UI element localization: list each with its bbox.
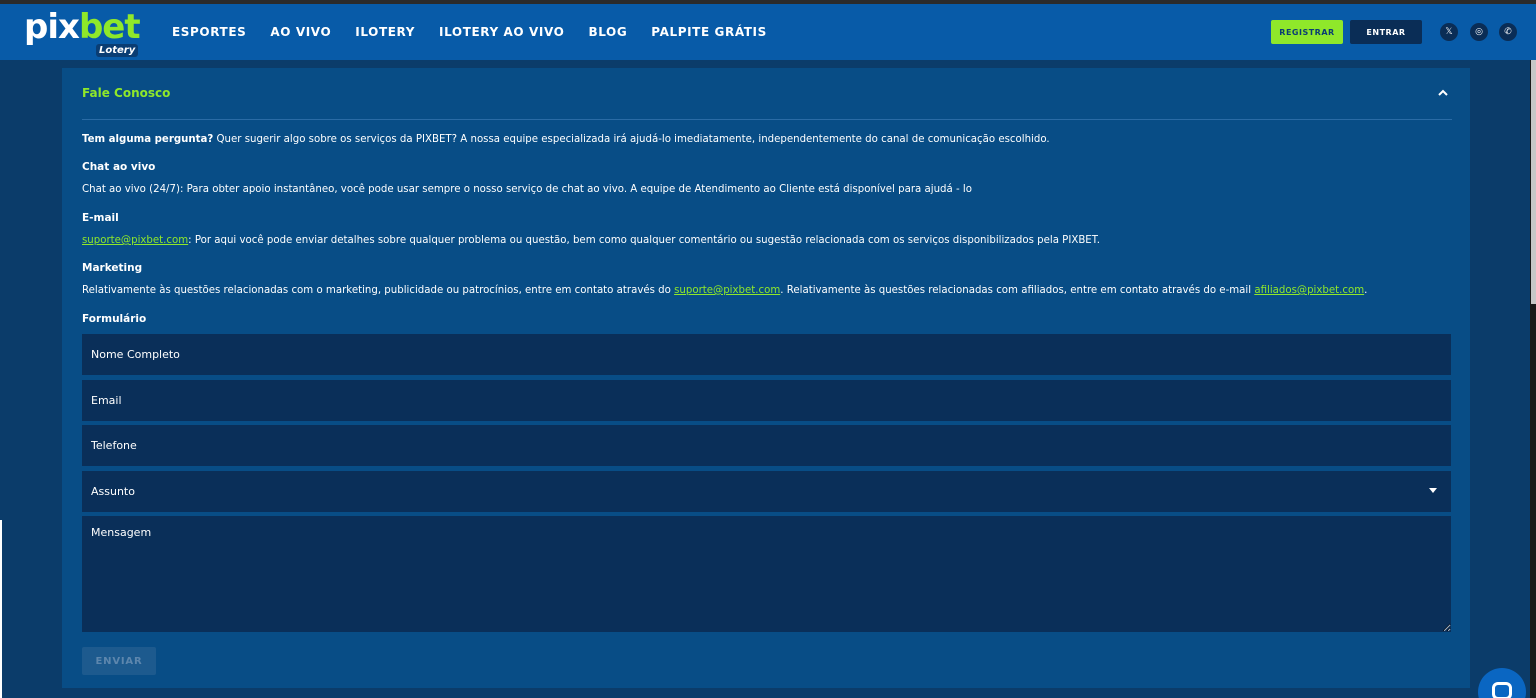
nav-blog[interactable]: BLOG bbox=[588, 25, 627, 39]
nav-palpite-gratis[interactable]: PALPITE GRÁTIS bbox=[651, 25, 767, 39]
email-paragraph: suporte@pixbet.com: Por aqui você pode e… bbox=[82, 234, 1100, 248]
name-input[interactable] bbox=[82, 334, 1451, 375]
main-nav: ESPORTES AO VIVO ILOTERY ILOTERY AO VIVO… bbox=[172, 4, 791, 60]
left-edge-gap bbox=[0, 520, 2, 698]
instagram-icon[interactable]: ◎ bbox=[1470, 23, 1488, 41]
marketing-heading: Marketing bbox=[82, 262, 143, 274]
logo-wordmark-bet: bet bbox=[78, 7, 141, 47]
marketing-support-link[interactable]: suporte@pixbet.com bbox=[674, 285, 780, 296]
marketing-text-c: . bbox=[1364, 285, 1368, 296]
marketing-paragraph: Relativamente às questões relacionadas c… bbox=[82, 284, 1367, 298]
email-text: : Por aqui você pode enviar detalhes sob… bbox=[188, 235, 1100, 246]
submit-button[interactable]: ENVIAR bbox=[82, 647, 156, 675]
affiliates-link[interactable]: afiliados@pixbet.com bbox=[1254, 285, 1364, 296]
chevron-up-icon[interactable] bbox=[1436, 86, 1450, 100]
x-icon[interactable]: 𝕏 bbox=[1440, 23, 1458, 41]
marketing-text-b: . Relativamente às questões relacionadas… bbox=[780, 285, 1255, 296]
live-chat-button[interactable] bbox=[1478, 668, 1526, 698]
marketing-text-a: Relativamente às questões relacionadas c… bbox=[82, 285, 675, 296]
login-button[interactable]: ENTRAR bbox=[1350, 20, 1422, 44]
caret-down-icon bbox=[1429, 488, 1437, 493]
register-button[interactable]: REGISTRAR bbox=[1271, 20, 1343, 44]
nav-esportes[interactable]: ESPORTES bbox=[172, 25, 246, 39]
logo-wordmark-pix: pix bbox=[24, 7, 80, 47]
contact-card: Fale Conosco Tem alguma pergunta? Quer s… bbox=[62, 68, 1470, 688]
chat-bubble-icon bbox=[1492, 682, 1512, 698]
chat-text: Chat ao vivo (24/7): Para obter apoio in… bbox=[82, 184, 972, 195]
site-header: pixbet Lotery ESPORTES AO VIVO ILOTERY I… bbox=[0, 4, 1536, 60]
intro-bold: Tem alguma pergunta? bbox=[82, 134, 214, 145]
nav-ao-vivo[interactable]: AO VIVO bbox=[270, 25, 331, 39]
phone-input[interactable] bbox=[82, 425, 1451, 466]
whatsapp-icon[interactable]: ✆ bbox=[1499, 23, 1517, 41]
subject-select[interactable]: Assunto bbox=[82, 471, 1451, 512]
nav-ilotery-ao-vivo[interactable]: ILOTERY AO VIVO bbox=[439, 25, 564, 39]
page-scrollbar-thumb[interactable] bbox=[1531, 60, 1536, 304]
logo-lotery-badge: Lotery bbox=[96, 44, 139, 57]
subject-select-value: Assunto bbox=[91, 485, 135, 498]
email-heading: E-mail bbox=[82, 212, 119, 224]
email-input[interactable] bbox=[82, 380, 1451, 421]
intro-text: Quer sugerir algo sobre os serviços da P… bbox=[213, 134, 1050, 145]
email-support-link[interactable]: suporte@pixbet.com bbox=[82, 235, 188, 246]
chat-heading: Chat ao vivo bbox=[82, 161, 156, 173]
intro-paragraph: Tem alguma pergunta? Quer sugerir algo s… bbox=[82, 133, 1050, 147]
contact-card-title[interactable]: Fale Conosco bbox=[82, 86, 170, 100]
message-textarea[interactable] bbox=[82, 516, 1451, 632]
card-divider bbox=[82, 119, 1452, 120]
form-heading: Formulário bbox=[82, 313, 147, 325]
nav-ilotery[interactable]: ILOTERY bbox=[355, 25, 415, 39]
pixbet-logo[interactable]: pixbet Lotery bbox=[24, 7, 141, 58]
logo-wordmark: pixbet bbox=[24, 7, 141, 47]
